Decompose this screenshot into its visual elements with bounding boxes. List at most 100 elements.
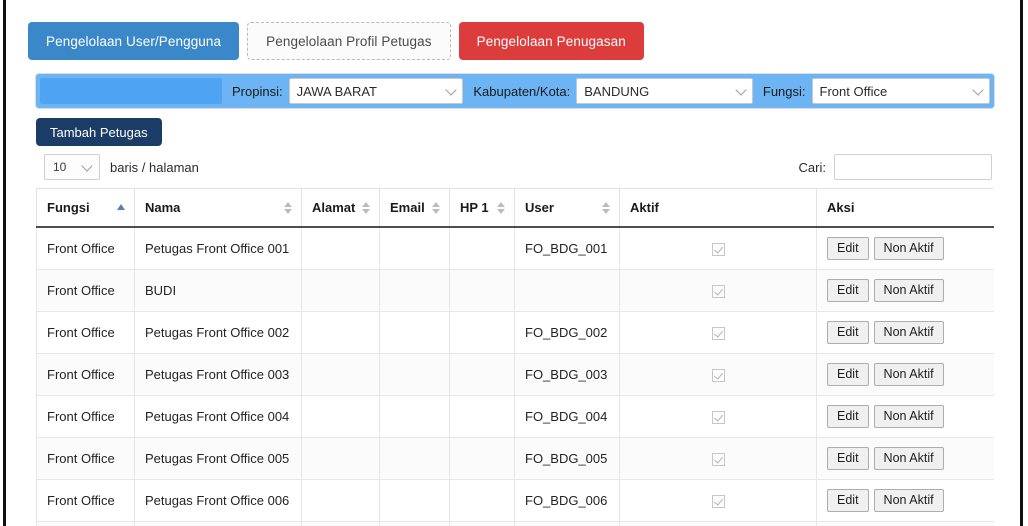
cell-fungsi: Front Office	[36, 269, 135, 312]
table-row: Front Office BUDI Edit Non Aktif	[36, 269, 994, 312]
cell-aksi: EditNon Aktif	[816, 226, 994, 270]
cell-aktif	[619, 479, 817, 522]
column-header-aktif: Aktif	[619, 188, 817, 228]
table-header-row: Fungsi Nama Alamat Email HP 1 User Aktif Aksi	[36, 188, 994, 228]
column-header-hp-1[interactable]: HP 1	[449, 188, 515, 228]
deactivate-button[interactable]: Non Aktif	[873, 363, 944, 386]
cell-aksi: EditNon Aktif	[816, 311, 994, 354]
cell-aktif	[619, 395, 817, 438]
tab-bar: Pengelolaan User/Pengguna Pengelolaan Pro…	[28, 22, 644, 60]
fungsi-value: Front Office	[819, 83, 888, 99]
chevron-down-icon	[445, 84, 458, 96]
cell-hp1	[449, 395, 515, 438]
cell-user: FO_BDG_007	[514, 521, 620, 526]
cell-nama: Petugas Front Office 004	[134, 395, 302, 438]
cell-aksi: EditNon Aktif	[816, 479, 994, 522]
cell-aktif	[619, 437, 817, 480]
table-row: Front Office Petugas Front Office 001 FO_B…	[36, 226, 994, 270]
edit-button[interactable]: Edit	[827, 321, 869, 344]
edit-button[interactable]: Edit	[827, 363, 869, 386]
edit-button[interactable]: Edit	[827, 489, 869, 512]
table-row: Front Office Petugas Front Office 006 FO_B…	[36, 479, 994, 522]
column-header-email[interactable]: Email	[379, 188, 450, 228]
page-length-select[interactable]: 10	[44, 154, 100, 180]
propinsi-select[interactable]: JAWA BARAT	[288, 78, 464, 104]
cell-fungsi: Front Office	[36, 479, 135, 522]
edit-button[interactable]: Edit	[827, 405, 869, 428]
deactivate-button[interactable]: Non Aktif	[873, 279, 944, 302]
cell-alamat	[301, 437, 380, 480]
cell-aktif	[619, 269, 817, 312]
sort-both-icon	[497, 201, 506, 215]
cell-fungsi: Front Office	[36, 226, 135, 270]
cell-fungsi: Front Office	[36, 311, 135, 354]
column-header-alamat[interactable]: Alamat	[301, 188, 380, 228]
column-header-label: Nama	[145, 200, 181, 215]
table-row: Front Office Petugas Front Office 005 FO_B…	[36, 437, 994, 480]
sort-both-icon	[284, 201, 293, 215]
column-header-nama[interactable]: Nama	[134, 188, 302, 228]
sort-both-icon	[362, 201, 371, 215]
cell-user: FO_BDG_003	[514, 353, 620, 396]
edit-button[interactable]: Edit	[827, 237, 869, 260]
cell-fungsi: Front Office	[36, 437, 135, 480]
column-header-label: HP 1	[460, 200, 489, 215]
kabupaten-select[interactable]: BANDUNG	[576, 78, 753, 104]
cell-alamat	[301, 353, 380, 396]
cell-hp1	[449, 269, 515, 312]
fungsi-select[interactable]: Front Office	[811, 78, 990, 104]
aktif-checkbox	[711, 369, 725, 383]
deactivate-button[interactable]: Non Aktif	[873, 405, 944, 428]
edit-button[interactable]: Edit	[827, 279, 869, 302]
sort-both-icon	[432, 201, 441, 215]
cell-email	[379, 311, 450, 354]
filter-bar: Propinsi: JAWA BARAT Kabupaten/Kota: BAN…	[36, 74, 994, 108]
cell-hp1	[449, 311, 515, 354]
column-header-label: Alamat	[312, 200, 356, 215]
chevron-down-icon	[735, 84, 747, 96]
column-header-label: Aktif	[630, 200, 659, 215]
cell-nama: Petugas Front Office 002	[134, 311, 302, 354]
cell-user	[514, 269, 620, 312]
cell-aksi: EditNon Aktif	[816, 395, 994, 438]
cell-alamat	[301, 479, 380, 522]
deactivate-button[interactable]: Non Aktif	[873, 321, 944, 344]
sort-both-icon	[602, 201, 611, 215]
cell-alamat	[301, 269, 380, 312]
search-input[interactable]	[834, 154, 992, 180]
cell-fungsi: Front Office	[36, 395, 135, 438]
column-header-label: User	[525, 200, 554, 215]
petugas-table-container: Fungsi Nama Alamat Email HP 1 User Aktif Aksi F…	[36, 188, 994, 526]
petugas-table: Fungsi Nama Alamat Email HP 1 User Aktif Aksi F…	[36, 188, 994, 526]
fungsi-label: Fungsi:	[762, 83, 806, 99]
tab-2[interactable]: Pengelolaan Penugasan	[458, 22, 644, 60]
cell-email	[379, 395, 450, 438]
column-header-label: Fungsi	[47, 200, 90, 215]
aktif-checkbox	[711, 495, 725, 509]
sort-ascending-icon	[117, 201, 126, 215]
page-frame: Pengelolaan User/Pengguna Pengelolaan Pro…	[3, 0, 1023, 526]
cell-email	[379, 353, 450, 396]
kabupaten-label: Kabupaten/Kota:	[473, 83, 571, 99]
deactivate-button[interactable]: Non Aktif	[873, 489, 944, 512]
cell-fungsi: Front Office	[36, 353, 135, 396]
page-length-control: 10 baris / halaman	[44, 154, 199, 180]
cell-nama: Petugas Front Office 006	[134, 479, 302, 522]
deactivate-button[interactable]: Non Aktif	[873, 447, 944, 470]
chevron-down-icon	[81, 160, 93, 172]
cell-nama: BUDI	[134, 269, 302, 312]
column-header-fungsi[interactable]: Fungsi	[36, 188, 135, 228]
cell-fungsi: Front Office	[36, 521, 135, 526]
tab-1[interactable]: Pengelolaan Profil Petugas	[247, 22, 451, 60]
kabupaten-value: BANDUNG	[584, 83, 650, 99]
cell-email	[379, 437, 450, 480]
deactivate-button[interactable]: Non Aktif	[873, 237, 944, 260]
edit-button[interactable]: Edit	[827, 447, 869, 470]
column-header-user[interactable]: User	[514, 188, 620, 228]
tab-0[interactable]: Pengelolaan User/Pengguna	[28, 22, 240, 60]
add-petugas-button[interactable]: Tambah Petugas	[36, 118, 162, 146]
cell-hp1	[449, 353, 515, 396]
cell-nama: Petugas Front Office 007	[134, 521, 302, 526]
cell-nama: Petugas Front Office 001	[134, 226, 302, 270]
cell-nama: Petugas Front Office 003	[134, 353, 302, 396]
